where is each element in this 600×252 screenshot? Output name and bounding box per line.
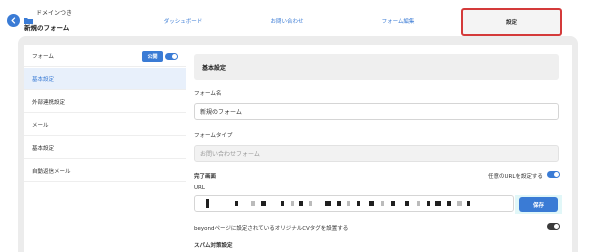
url-input[interactable] <box>194 195 514 212</box>
form-type-label: フォームタイプ <box>194 133 233 139</box>
tab-form-edit[interactable]: フォーム編集 <box>373 17 423 25</box>
tab-settings[interactable]: 設定 <box>461 8 562 36</box>
save-url-button[interactable]: 保存 <box>519 197 558 212</box>
custom-url-label: 任意のURLを設定する <box>488 174 543 180</box>
redacted-url-block <box>447 201 451 206</box>
redacted-url-block <box>325 201 331 206</box>
form-name-label: フォーム名 <box>194 91 222 97</box>
breadcrumb[interactable]: ドメインつき <box>24 8 73 24</box>
sidebar-item-auto-reply[interactable]: 自動返信メール <box>24 160 186 182</box>
spam-settings-label: スパム対策設定 <box>194 243 233 249</box>
redacted-url-block <box>467 201 470 206</box>
back-arrow-icon[interactable] <box>7 14 20 27</box>
tab-dashboard[interactable]: ダッシュボード <box>154 17 212 25</box>
redacted-url-block <box>251 201 255 206</box>
redacted-url-block <box>261 201 266 206</box>
redacted-url-block <box>291 201 294 206</box>
cv-tag-toggle[interactable] <box>547 223 560 230</box>
redacted-url-block <box>369 201 374 206</box>
public-toggle[interactable] <box>165 53 178 60</box>
top-header: ドメインつき 新規のフォーム ダッシュボード お問い合わせ フォーム編集 設定 <box>0 0 600 40</box>
page-title: 新規のフォーム <box>24 24 70 32</box>
custom-url-toggle[interactable] <box>547 171 560 178</box>
redacted-url-block <box>417 201 420 206</box>
url-label: URL <box>194 185 205 191</box>
sidebar-form-label: フォーム <box>32 53 54 60</box>
tab-inquiries[interactable]: お問い合わせ <box>262 17 312 25</box>
redacted-url-block <box>337 201 341 206</box>
redacted-url-block <box>347 201 350 206</box>
redacted-url-block <box>427 201 430 206</box>
redacted-url-block <box>206 199 209 208</box>
redacted-url-block <box>405 201 409 206</box>
redacted-url-block <box>435 201 441 206</box>
form-name-input[interactable]: 新規のフォーム <box>194 103 559 120</box>
redacted-url-block <box>235 201 238 206</box>
redacted-url-block <box>457 201 462 206</box>
redacted-url-block <box>391 201 395 206</box>
breadcrumb-folder-label: ドメインつき <box>36 10 73 17</box>
public-status-badge[interactable]: 公開 <box>142 51 163 62</box>
cv-tag-label: beyondページに設定されているオリジナルCVタグを設置する <box>194 226 349 232</box>
complete-page-label: 完了画面 <box>194 174 217 180</box>
folder-icon <box>24 9 33 24</box>
redacted-url-block <box>309 201 312 206</box>
redacted-url-block <box>299 201 303 206</box>
settings-sidebar: フォーム 基本設定 外部連携設定 メール 基本設定 自動返信メール <box>24 45 186 252</box>
sidebar-item-mail-basic-settings[interactable]: 基本設定 <box>24 137 186 159</box>
section-title: 基本設定 <box>194 54 559 80</box>
sidebar-item-basic-settings[interactable]: 基本設定 <box>24 68 186 90</box>
sidebar-item-integrations[interactable]: 外部連携設定 <box>24 91 186 113</box>
sidebar-item-mail[interactable]: メール <box>24 114 186 136</box>
form-type-field: お問い合わせフォーム <box>194 145 559 162</box>
redacted-url-block <box>357 201 360 206</box>
redacted-url-block <box>281 201 284 206</box>
redacted-url-block <box>381 201 384 206</box>
